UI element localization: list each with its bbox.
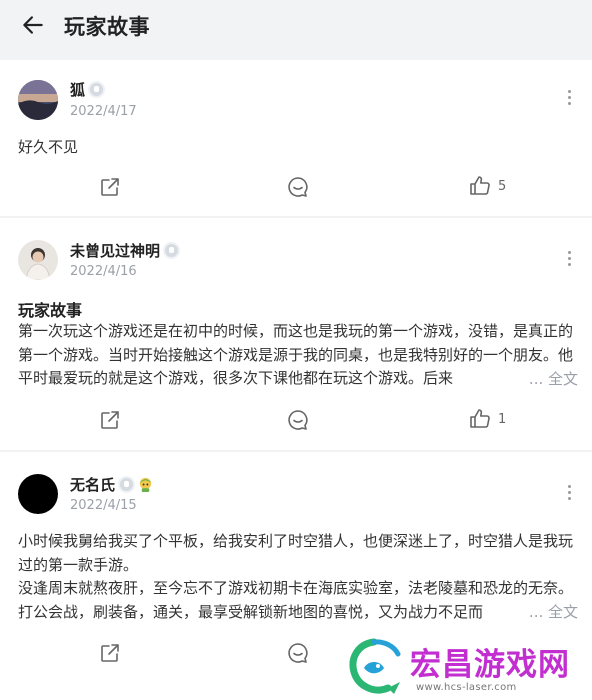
post-date: 2022/4/15 bbox=[70, 498, 137, 513]
watermark-text: 宏昌游戏网 bbox=[410, 647, 570, 683]
like-icon[interactable] bbox=[468, 174, 492, 198]
avatar[interactable] bbox=[18, 474, 58, 514]
back-arrow-icon[interactable] bbox=[20, 12, 46, 38]
read-more-link[interactable]: ... 全文 bbox=[498, 601, 578, 624]
username[interactable]: 无名氏 bbox=[70, 474, 154, 495]
avatar[interactable] bbox=[18, 80, 58, 120]
post-date: 2022/4/17 bbox=[70, 104, 137, 119]
verified-badge-icon bbox=[118, 476, 136, 493]
more-options-icon[interactable] bbox=[565, 485, 573, 501]
avatar[interactable] bbox=[18, 240, 58, 280]
verified-badge-icon bbox=[163, 242, 181, 259]
post-text[interactable]: 好久不见 bbox=[18, 136, 578, 160]
username[interactable]: 狐 bbox=[70, 79, 106, 100]
comment-icon[interactable] bbox=[286, 408, 310, 432]
post-text-continued[interactable]: 没逢周末就熬夜肝，至今忘不了游戏初期卡在海底实验室，法老陵墓和恐龙的无奈。打公会… bbox=[18, 577, 578, 624]
read-more-link[interactable]: ... 全文 bbox=[498, 368, 578, 391]
verified-badge-icon bbox=[88, 81, 106, 98]
watermark-url: www.hcs-laser.com bbox=[416, 682, 517, 693]
comment-icon[interactable] bbox=[286, 175, 310, 199]
post-title[interactable]: 玩家故事 bbox=[18, 297, 82, 321]
top-bar: 玩家故事 bbox=[0, 0, 592, 52]
post-date: 2022/4/16 bbox=[70, 264, 137, 279]
post-card: 狐 2022/4/17 好久不见 5 bbox=[0, 60, 592, 216]
dragon-logo-icon bbox=[349, 638, 401, 694]
like-count: 5 bbox=[498, 179, 507, 194]
share-icon[interactable] bbox=[98, 641, 122, 665]
share-icon[interactable] bbox=[98, 175, 122, 199]
post-card: 未曾见过神明 2022/4/16 玩家故事 第一次玩这个游戏还是在初中的时候，而… bbox=[0, 218, 592, 450]
more-options-icon[interactable] bbox=[565, 251, 573, 267]
pet-badge-icon bbox=[139, 477, 152, 493]
watermark-logo: 宏昌游戏网 www.hcs-laser.com bbox=[340, 636, 592, 700]
post-text[interactable]: 第一次玩这个游戏还是在初中的时候，而这也是我玩的第一个游戏，没错，是真正的第一个… bbox=[18, 320, 578, 391]
comment-icon[interactable] bbox=[286, 641, 310, 665]
page-title: 玩家故事 bbox=[64, 15, 150, 39]
share-icon[interactable] bbox=[98, 408, 122, 432]
post-text[interactable]: 小时候我舅给我买了个平板，给我安利了时空猎人，也便深迷上了，时空猎人是我玩过的第… bbox=[18, 530, 578, 577]
more-options-icon[interactable] bbox=[565, 90, 573, 106]
username[interactable]: 未曾见过神明 bbox=[70, 240, 181, 261]
like-icon[interactable] bbox=[468, 407, 492, 431]
like-count: 1 bbox=[498, 412, 507, 427]
